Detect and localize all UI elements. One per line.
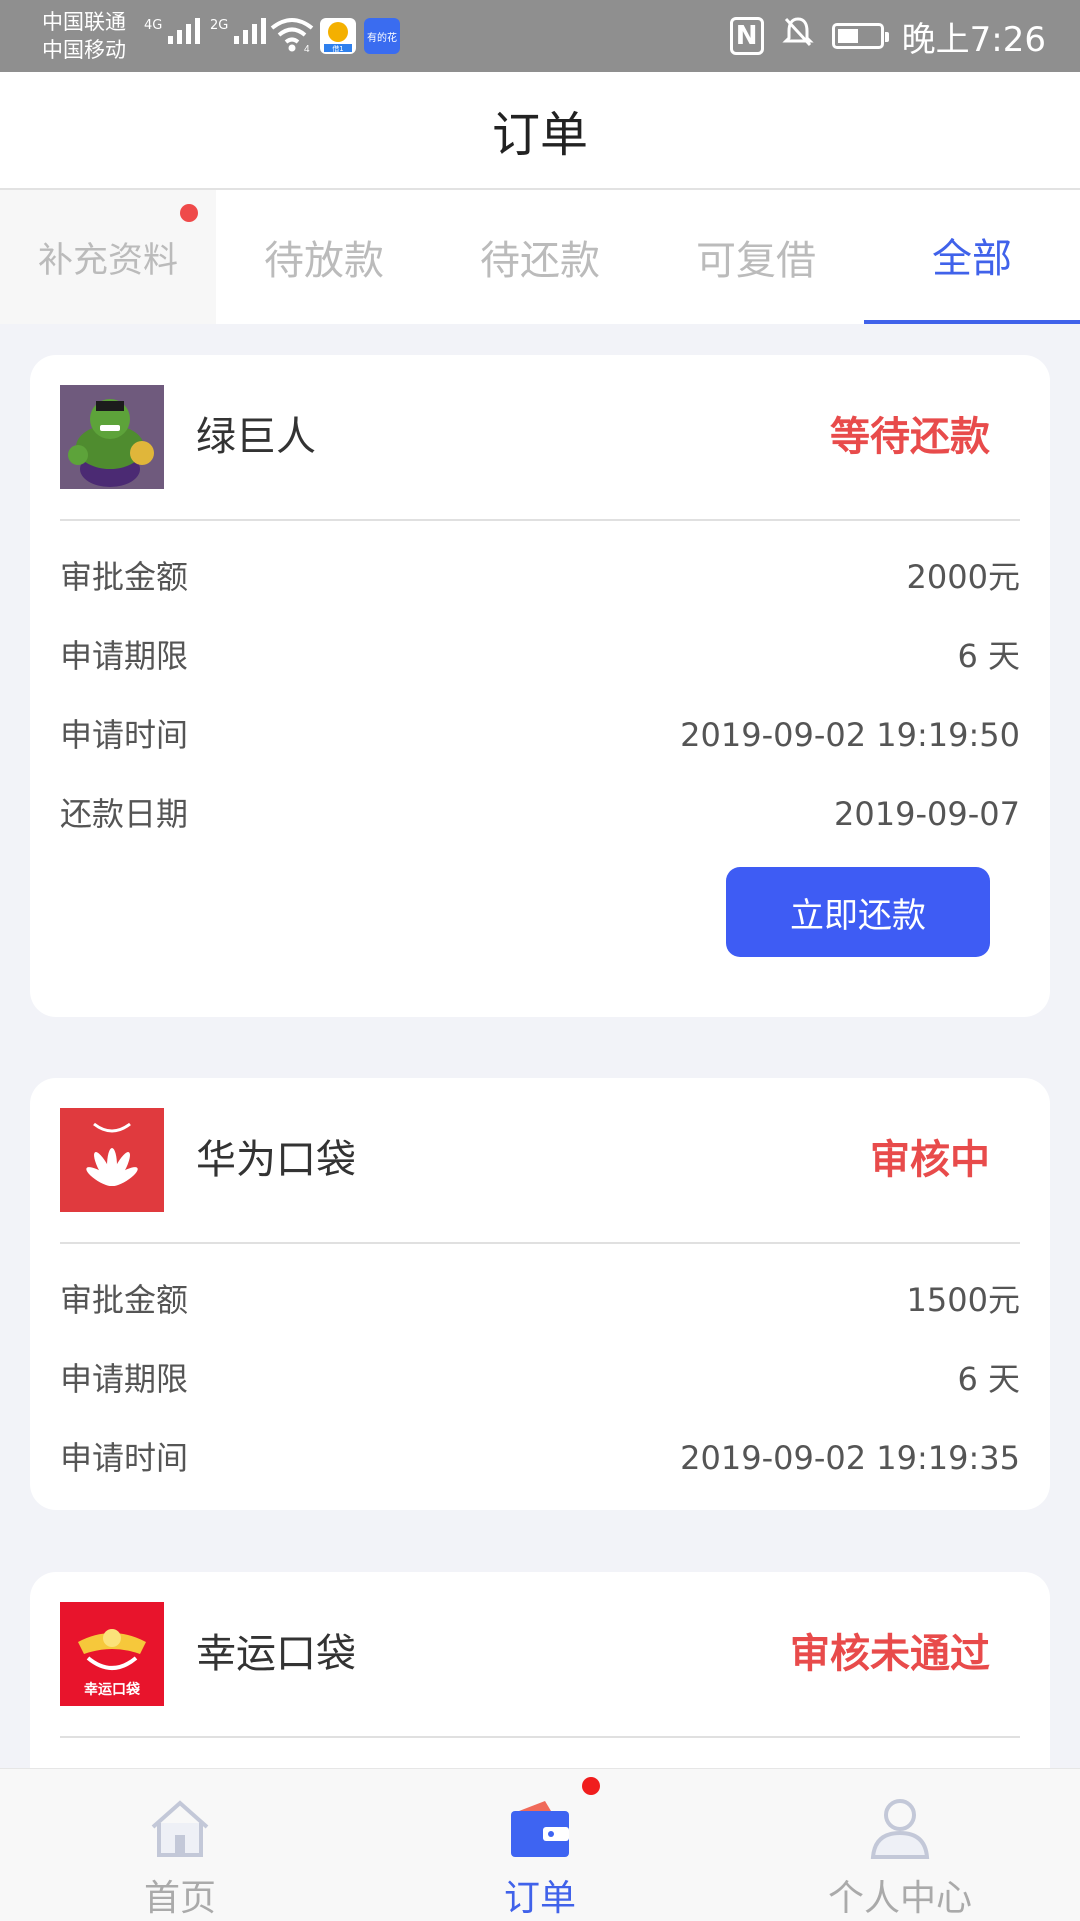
divider [60,1736,1020,1738]
divider [60,1242,1020,1244]
tab-supplement-info[interactable]: 补充资料 [0,190,216,324]
tab-badge-dot [180,204,198,222]
divider [60,519,1020,521]
page-header: 订单 [0,72,1080,190]
row-label: 申请时间 [60,1439,189,1477]
status-bar: 中国联通 中国移动 4G 2G 4 借1 有的花 N 晚上7:26 [0,0,1080,72]
app-icon-jie: 借1 [320,18,356,54]
detail-row: 审批金额 2000元 [60,537,1020,617]
order-status: 审核中 [870,1137,990,1183]
row-label: 申请期限 [60,637,189,675]
sim2-network-label: 2G [210,18,229,33]
carrier-info: 中国联通 中国移动 [42,8,126,64]
hulk-logo [60,385,164,489]
detail-row: 申请期限 6 天 [60,1339,1020,1419]
sim1-network-label: 4G [144,18,163,33]
home-icon [145,1793,215,1863]
detail-row: 审批金额 1500元 [60,1260,1020,1340]
detail-row: 还款日期 2019-09-07 [60,774,1020,854]
lender-name: 幸运口袋 [196,1631,356,1677]
page-title: 订单 [491,107,588,163]
wifi-badge: 4 [304,44,310,54]
nav-label: 首页 [143,1878,216,1919]
nav-label: 订单 [503,1878,576,1919]
detail-row: 申请时间 2019-09-02 19:19:50 [60,695,1020,775]
lucky-pocket-logo-text: 幸运口袋 [84,1681,141,1698]
nav-home[interactable]: 首页 [0,1769,360,1921]
row-label: 申请期限 [60,1360,189,1398]
carrier-1: 中国联通 [42,10,126,34]
tab-label: 补充资料 [37,240,178,281]
row-value: 2019-09-07 [834,795,1020,833]
nav-label: 个人中心 [827,1878,972,1919]
user-icon [865,1793,935,1863]
tab-all[interactable]: 全部 [864,190,1080,324]
signal-icon: 4G [144,18,201,44]
row-label: 审批金额 [60,1281,189,1319]
nav-badge-dot [582,1777,600,1795]
nav-orders[interactable]: 订单 [360,1769,720,1921]
order-status: 审核未通过 [790,1631,990,1677]
wallet-icon [505,1793,575,1863]
row-value: 1500元 [906,1281,1020,1319]
tab-reborrowable[interactable]: 可复借 [648,190,864,324]
clock: 晚上7:26 [901,19,1046,60]
repay-now-button[interactable]: 立即还款 [726,867,990,957]
order-card[interactable]: 绿巨人 等待还款 审批金额 2000元 申请期限 6 天 申请时间 2019-0… [30,355,1050,1017]
row-label: 审批金额 [60,558,189,596]
app-icon-youdehua: 有的花 [364,18,400,54]
row-value: 2019-09-02 19:19:35 [680,1439,1020,1477]
detail-row: 申请时间 2019-09-02 19:19:35 [60,1418,1020,1498]
nav-profile[interactable]: 个人中心 [720,1769,1080,1921]
tab-label: 可复借 [696,238,816,284]
signal-icon: 2G [210,18,267,44]
tab-pending-loan[interactable]: 待放款 [216,190,432,324]
tab-label: 待放款 [264,238,384,284]
row-value: 6 天 [957,1360,1020,1398]
row-label: 申请时间 [60,716,189,754]
order-status: 等待还款 [830,414,990,460]
lucky-pocket-logo: 幸运口袋 [60,1602,164,1706]
tab-label: 待还款 [480,238,600,284]
order-card[interactable]: 华为口袋 审核中 审批金额 1500元 申请期限 6 天 申请时间 2019-0… [30,1078,1050,1510]
tab-pending-repayment[interactable]: 待还款 [432,190,648,324]
detail-row: 申请期限 6 天 [60,616,1020,696]
battery-icon [831,23,889,49]
carrier-2: 中国移动 [42,38,126,62]
mute-icon [782,15,814,58]
lender-name: 绿巨人 [196,414,316,460]
app-icon-1-label: 借1 [332,44,343,53]
bottom-nav: 首页 订单 个人中心 [0,1768,1080,1921]
tab-label: 全部 [932,236,1012,282]
lender-name: 华为口袋 [196,1137,356,1183]
order-tabs: 补充资料 待放款 待还款 可复借 全部 [0,190,1080,324]
row-value: 6 天 [957,637,1020,675]
row-value: 2019-09-02 19:19:50 [680,716,1020,754]
wifi-icon: 4 [270,16,314,58]
row-value: 2000元 [906,558,1020,596]
app-icon-2-label: 有的花 [367,32,397,44]
huawei-pocket-logo [60,1108,164,1212]
row-label: 还款日期 [60,795,189,833]
nfc-icon: N [729,17,764,55]
